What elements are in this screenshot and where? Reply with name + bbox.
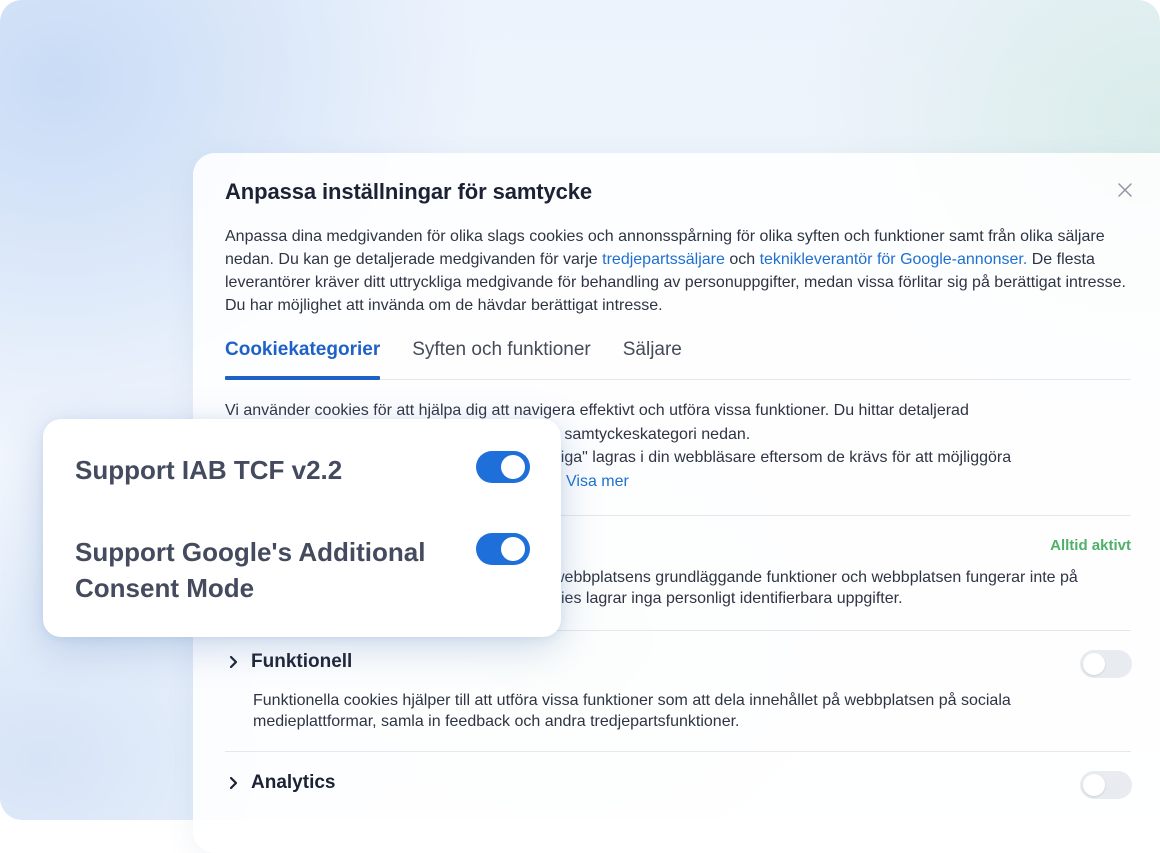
google-consent-mode-label: Support Google's Additional Consent Mode <box>75 537 426 603</box>
tab-bar: Cookiekategorier Syften och funktioner S… <box>225 333 1131 380</box>
toggle-knob <box>1083 653 1105 675</box>
chevron-right-icon <box>229 776 238 790</box>
category-analytics-title: Analytics <box>251 772 336 793</box>
category-functional-description: Funktionella cookies hjälper till att ut… <box>253 692 1011 730</box>
intro-line-1: Vi använder cookies för att hjälpa dig a… <box>225 402 969 419</box>
dialog-description: Anpassa dina medgivanden för olika slags… <box>225 225 1135 317</box>
functional-toggle[interactable] <box>1080 650 1132 678</box>
necessary-line-1: webbplatsens grundläggande funktioner oc… <box>553 569 1078 586</box>
tab-vendors[interactable]: Säljare <box>623 333 682 379</box>
description-text-2: och <box>724 251 760 268</box>
analytics-toggle[interactable] <box>1080 771 1132 799</box>
iab-tcf-label: Support IAB TCF v2.2 <box>75 455 343 485</box>
iab-tcf-toggle[interactable] <box>476 451 530 483</box>
intro-line-2: ve samtyckeskategori nedan. <box>543 425 751 443</box>
close-icon[interactable] <box>1116 181 1134 199</box>
third-party-vendors-link[interactable]: tredjepartssäljare <box>602 251 725 268</box>
always-active-badge: Alltid aktivt <box>1050 537 1131 554</box>
tab-cookie-categories[interactable]: Cookiekategorier <box>225 333 381 380</box>
category-functional-header[interactable]: Funktionell <box>227 651 352 673</box>
dialog-title: Anpassa inställningar för samtycke <box>225 179 593 204</box>
divider <box>225 751 1131 752</box>
necessary-description: webbplatsens grundläggande funktioner oc… <box>553 567 1133 609</box>
google-ad-tech-providers-link[interactable]: teknikleverantör för Google-annonser. <box>760 251 1028 268</box>
category-analytics-header[interactable]: Analytics <box>227 772 335 794</box>
tab-purposes-features[interactable]: Syften och funktioner <box>412 333 591 379</box>
intro-line-3: ndiga" lagras i din webbläsare eftersom … <box>543 449 1012 466</box>
chevron-right-icon <box>229 655 238 669</box>
necessary-line-2: kies lagrar inga personligt identifierba… <box>553 590 903 607</box>
toggle-knob <box>501 455 525 479</box>
toggle-knob <box>1083 774 1105 796</box>
google-consent-mode-toggle[interactable] <box>476 533 530 565</box>
close-icon-glyph <box>1118 183 1132 197</box>
show-more-link[interactable]: Visa mer <box>566 470 629 494</box>
category-functional-title: Funktionell <box>251 651 353 672</box>
toggle-knob <box>501 537 525 561</box>
feature-card: Support IAB TCF v2.2 Support Google's Ad… <box>43 419 561 637</box>
